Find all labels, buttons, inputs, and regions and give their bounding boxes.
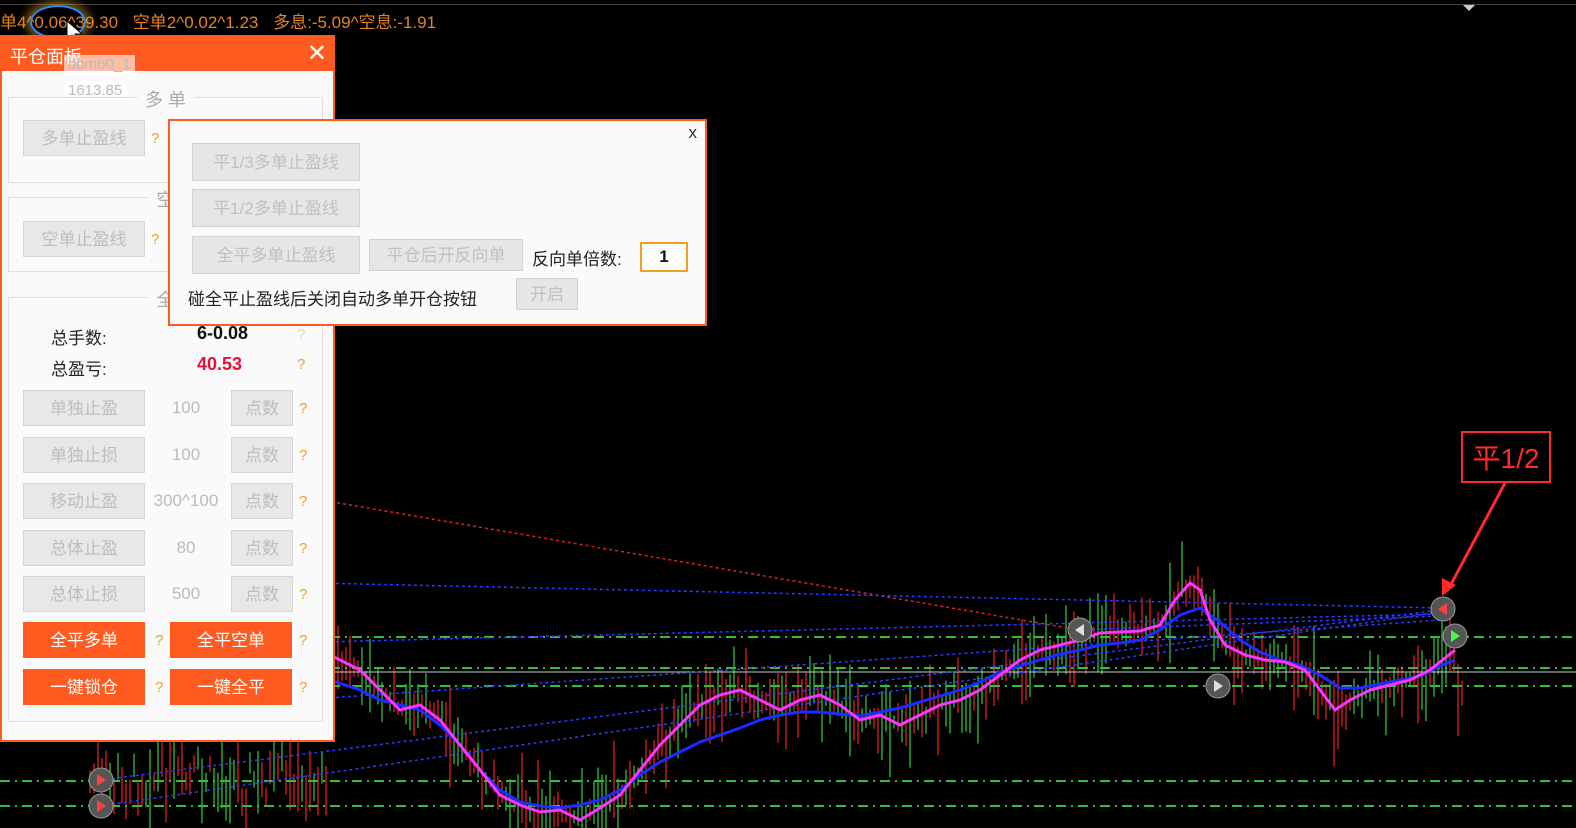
help-icon[interactable]: ? bbox=[299, 586, 307, 603]
stop-setting-button[interactable]: 移动止盈 bbox=[23, 483, 145, 519]
close-icon[interactable]: x bbox=[689, 123, 698, 143]
short-take-profit-line-button[interactable]: 空单止盈线 bbox=[23, 221, 145, 257]
auto-close-label: 碰全平止盈线后关闭自动多单开仓按钮 bbox=[188, 290, 477, 309]
total-lots-value: 6-0.08 bbox=[197, 323, 249, 343]
annotation-label: 平1/2 bbox=[1461, 431, 1551, 483]
stop-setting-value[interactable]: 300^100 bbox=[149, 491, 223, 511]
stop-setting-button[interactable]: 单独止损 bbox=[23, 436, 145, 473]
help-icon[interactable]: ? bbox=[299, 632, 307, 649]
points-button[interactable]: 点数 bbox=[231, 436, 293, 473]
stop-setting-button[interactable]: 总体止盈 bbox=[23, 529, 145, 566]
long-section-title: 多 单 bbox=[136, 86, 195, 112]
order-marker-close-icon bbox=[1442, 623, 1468, 649]
total-pl-label: 总盈亏: bbox=[51, 360, 107, 379]
points-button[interactable]: 点数 bbox=[231, 576, 293, 612]
help-icon[interactable]: ? bbox=[155, 632, 163, 649]
one-click-close-all-button[interactable]: 一键全平 bbox=[170, 669, 292, 705]
stop-setting-button[interactable]: 总体止损 bbox=[23, 576, 145, 612]
help-icon[interactable]: ? bbox=[297, 326, 305, 343]
short-position-summary: 空单2^0.02^1.23 bbox=[132, 13, 259, 32]
help-icon[interactable]: ? bbox=[299, 493, 307, 510]
close-half-long-tp-button[interactable]: 平1/2多单止盈线 bbox=[192, 189, 360, 227]
stop-setting-button[interactable]: 单独止盈 bbox=[23, 390, 145, 426]
help-icon[interactable]: ? bbox=[297, 356, 305, 373]
stop-setting-value[interactable]: 100 bbox=[149, 398, 223, 418]
help-icon[interactable]: ? bbox=[151, 130, 159, 147]
help-icon[interactable]: ? bbox=[299, 540, 307, 557]
help-icon[interactable]: ? bbox=[155, 679, 163, 696]
help-icon[interactable]: ? bbox=[151, 231, 159, 248]
annotation-arrow bbox=[1446, 482, 1507, 591]
total-lots-label: 总手数: bbox=[51, 329, 107, 348]
close-all-short-button[interactable]: 全平空单 bbox=[170, 622, 292, 658]
panel-header[interactable]: 平仓面板 ✕ bbox=[2, 37, 333, 71]
enable-button[interactable]: 开启 bbox=[516, 278, 578, 310]
chart-top-border bbox=[0, 4, 1576, 5]
swap-summary: 多息:-5.09^空息:-1.91 bbox=[273, 13, 437, 32]
close-all-long-tp-button[interactable]: 全平多单止盈线 bbox=[192, 236, 360, 274]
close-all-long-button[interactable]: 全平多单 bbox=[23, 622, 145, 658]
hover-object-name: dbmb0_1 bbox=[64, 55, 135, 74]
stop-setting-value[interactable]: 100 bbox=[149, 445, 223, 465]
reverse-after-close-button[interactable]: 平仓后开反向单 bbox=[369, 239, 523, 271]
order-marker-close-icon bbox=[1430, 596, 1456, 622]
close-third-long-tp-button[interactable]: 平1/3多单止盈线 bbox=[192, 143, 360, 181]
points-button[interactable]: 点数 bbox=[231, 529, 293, 566]
help-icon[interactable]: ? bbox=[299, 447, 307, 464]
points-button[interactable]: 点数 bbox=[231, 390, 293, 426]
stop-setting-value[interactable]: 500 bbox=[149, 584, 223, 604]
reverse-multiplier-input[interactable]: 1 bbox=[640, 242, 688, 272]
order-marker-close-icon bbox=[1067, 617, 1093, 643]
order-marker-close-icon bbox=[88, 767, 114, 793]
order-marker-close-icon bbox=[1205, 673, 1231, 699]
long-take-profit-popup: x 平1/3多单止盈线 平1/2多单止盈线 全平多单止盈线 平仓后开反向单 反向… bbox=[168, 119, 707, 326]
points-button[interactable]: 点数 bbox=[231, 483, 293, 519]
long-take-profit-line-button[interactable]: 多单止盈线 bbox=[23, 120, 145, 156]
help-icon[interactable]: ? bbox=[299, 400, 307, 417]
help-icon[interactable]: ? bbox=[299, 679, 307, 696]
corner-marker-icon bbox=[1462, 4, 1476, 11]
reverse-multiplier-label: 反向单倍数: bbox=[532, 250, 622, 269]
close-icon[interactable]: ✕ bbox=[307, 39, 327, 68]
total-pl-value: 40.53 bbox=[197, 354, 243, 374]
all-section: 全 总手数: 6-0.08 ? 总盈亏: 40.53 ? 单独止盈 100 点数? 单… bbox=[8, 286, 323, 722]
one-click-lock-button[interactable]: 一键锁仓 bbox=[23, 669, 145, 705]
stop-setting-value[interactable]: 80 bbox=[149, 538, 223, 558]
order-marker-close-icon bbox=[88, 793, 114, 819]
